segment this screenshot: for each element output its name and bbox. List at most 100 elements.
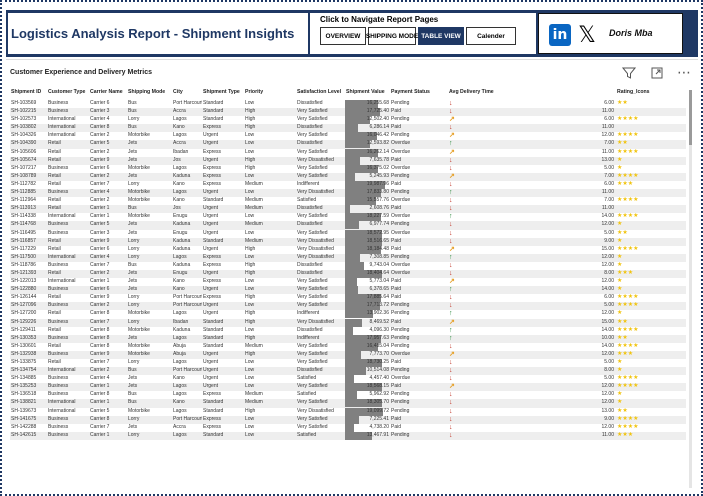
table-cell: Kano [172,286,202,295]
table-row[interactable]: SH-135253 Business Carrier 1 Jets Lagos Urgen… [10,383,686,392]
nav-shipping-mode-button[interactable]: SHIPPING MODE [366,27,418,45]
table-row[interactable]: SH-142615 Business Carrier 1 Lorry Lagos Stan… [10,431,686,440]
table-row[interactable]: SH-103569 Business Carrier 6 Bus Port Harcou… [10,100,686,108]
table-cell: Kaduna [172,237,202,246]
focus-mode-icon[interactable] [648,64,666,82]
column-header[interactable]: Avg Delivery Time [448,88,616,100]
table-cell: SH-103802 [10,124,47,133]
shipment-value-cell: 16,375.02 [345,164,390,173]
table-row[interactable]: SH-103802 International Carrier 8 Bus Kano Ex… [10,124,686,133]
table-row[interactable]: SH-105674 Retail Carrier 9 Jets Jos Urgent Hig… [10,156,686,165]
table-row[interactable]: SH-134754 International Carrier 2 Bus Port H… [10,367,686,376]
filter-icon[interactable] [620,64,638,82]
column-header[interactable]: Customer Type [47,88,89,100]
table-row[interactable]: SH-127096 Business Carrier 2 Lorry Port Harc… [10,302,686,311]
table-row[interactable]: SH-114768 Business Carrier 5 Jets Kaduna Urge… [10,221,686,230]
column-header[interactable]: Shipment Value [345,88,390,100]
table-cell: Carrier 9 [90,294,110,301]
trend-up-icon: ↑ [449,213,453,221]
more-options-icon[interactable]: ⋯ [675,64,693,82]
column-header[interactable]: Shipping Mode [127,88,172,100]
table-row[interactable]: SH-132938 Business Carrier 9 Motorbike Abuja… [10,350,686,359]
rating-icons-cell: ★★★ [616,181,686,189]
table-cell: Standard [203,407,224,414]
table-row[interactable]: SH-108789 Retail Carrier 2 Jets Kaduna Expres… [10,172,686,181]
shipment-value-text: 9,743.04 [369,261,389,268]
table-row[interactable]: SH-102573 International Carrier 4 Lorry Lago… [10,116,686,125]
payment-status-cell: Pending [391,391,410,398]
table-row[interactable]: SH-116857 Retail Carrier 9 Lorry Kaduna Stand… [10,237,686,246]
table-row[interactable]: SH-107217 Business Carrier 6 Motorbike Lagos… [10,164,686,173]
table-cell: SH-136518 [11,391,37,398]
table-row[interactable]: SH-117500 International Carrier 4 Lorry Lago… [10,253,686,262]
nav-table-view-button[interactable]: TABLE VIEW [418,27,464,45]
table-row[interactable]: SH-113913 Retail Carrier 1 Bus Jos Urgent Medi… [10,205,686,214]
table-row[interactable]: SH-117229 Retail Carrier 6 Lorry Kaduna Urgen… [10,245,686,254]
column-header[interactable]: Rating_Icons [616,88,686,100]
table-row[interactable]: SH-134885 Business Carrier 4 Jets Kano Urgent… [10,375,686,384]
table-row[interactable]: SH-121393 Retail Carrier 2 Jets Enugu Urgent H… [10,269,686,279]
table-cell: Carrier 8 [89,415,127,424]
table-row[interactable]: SH-104390 Retail Carrier 5 Jets Accra Urgent L… [10,140,686,149]
table-cell: SH-130601 [11,342,37,349]
table-row[interactable]: SH-138821 International Carrier 1 Bus Kano St… [10,399,686,408]
table-row[interactable]: SH-105606 Retail Carrier 2 Jets Ibadan Expres… [10,148,686,157]
table-row[interactable]: SH-129226 Business Carrier 7 Lorry Ibadan Sta… [10,318,686,327]
star-rating-icon: ★ [617,237,623,244]
data-table-wrap[interactable]: Shipment ID Customer Type Carrier Name Ship… [10,88,686,492]
table-row[interactable]: SH-127200 Retail Carrier 8 Motorbike Lagos Ur… [10,310,686,319]
shipment-value-bar [345,326,354,335]
shipment-value-cell: 6,977.74 [345,221,390,230]
rating-icons-cell: ★★★★ [616,302,686,311]
column-header[interactable]: Carrier Name [89,88,127,100]
avg-delivery-value: 12.00 [601,391,614,398]
table-row[interactable]: SH-118786 Business Carrier 7 Bus Kaduna Expre… [10,261,686,270]
table-row[interactable]: SH-102215 Business Carrier 3 Bus Accra Standa… [10,108,686,117]
table-row[interactable]: SH-112782 Retail Carrier 7 Lorry Kano Express… [10,180,686,189]
linkedin-icon[interactable]: in [549,24,571,46]
trend-down-icon: ↓ [449,156,453,164]
payment-status-cell: Pending [390,253,448,262]
table-cell: Very Satisfied [296,286,345,295]
table-row[interactable]: SH-130353 Business Carrier 8 Jets Lagos Stand… [10,334,686,343]
nav-calender-button[interactable]: Calender [466,27,516,45]
column-header[interactable]: Satisfaction Level [296,88,345,100]
rating-icons-cell: ★ [616,310,686,318]
x-twitter-icon[interactable]: 𝕏 [575,22,599,48]
table-row[interactable]: SH-130601 Retail Carrier 8 Motorbike Abuja St… [10,342,686,351]
shipment-value-text: 8,469.52 [369,318,389,325]
column-header[interactable]: Shipment Type [202,88,244,100]
table-cell: Very Satisfied [297,213,328,220]
table-row[interactable]: SH-139673 International Carrier 5 Motorbike… [10,407,686,416]
column-header[interactable]: City [172,88,202,100]
rating-icons-cell: ★★★★ [616,132,686,140]
table-row[interactable]: SH-129411 Retail Carrier 8 Motorbike Kaduna S… [10,326,686,335]
column-header[interactable]: Shipment ID [10,88,47,100]
column-header[interactable]: Priority [244,88,296,100]
table-cell: Enugu [172,269,202,279]
table-row[interactable]: SH-122013 International Carrier 1 Jets Kano E… [10,278,686,287]
rating-icons-cell [616,205,686,214]
table-row[interactable]: SH-112885 Business Carrier 4 Motorbike Lagos… [10,189,686,198]
table-row[interactable]: SH-133875 Retail Carrier 7 Lorry Lagos Urgent… [10,359,686,367]
table-cell: Ibadan [173,148,189,155]
scrollbar-thumb[interactable] [689,90,692,145]
table-row[interactable]: SH-116495 Business Carrier 3 Jets Enugu Urgen… [10,229,686,238]
table-row[interactable]: SH-126144 Retail Carrier 9 Lorry Port Harcou… [10,294,686,303]
table-row[interactable]: SH-136518 Business Carrier 8 Bus Lagos Expres… [10,391,686,400]
avg-delivery-value: 12.00 [601,253,614,260]
table-row[interactable]: SH-114338 International Carrier 1 Motorbike… [10,213,686,222]
table-row[interactable]: SH-122880 Business Carrier 6 Jets Kano Urgent… [10,286,686,295]
table-row[interactable]: SH-112964 Retail Carrier 2 Motorbike Kano Sta… [10,197,686,206]
rating-icons-cell: ★★★★ [616,149,686,157]
column-header[interactable]: Payment Status [390,88,448,100]
table-row[interactable]: SH-104326 International Carrier 2 Motorbike… [10,132,686,141]
table-row[interactable]: SH-142288 Business Carrier 7 Jets Accra Expre… [10,423,686,432]
payment-status-cell: Overdue [391,213,411,220]
table-row[interactable]: SH-141675 Business Carrier 8 Lorry Port Harc… [10,415,686,424]
table-cell: Low [244,302,296,311]
vertical-scrollbar[interactable] [689,90,692,488]
nav-overview-button[interactable]: OVERVIEW [320,27,366,45]
avg-delivery-value: 9.00 [604,237,614,244]
table-cell: Urgent [203,245,219,252]
